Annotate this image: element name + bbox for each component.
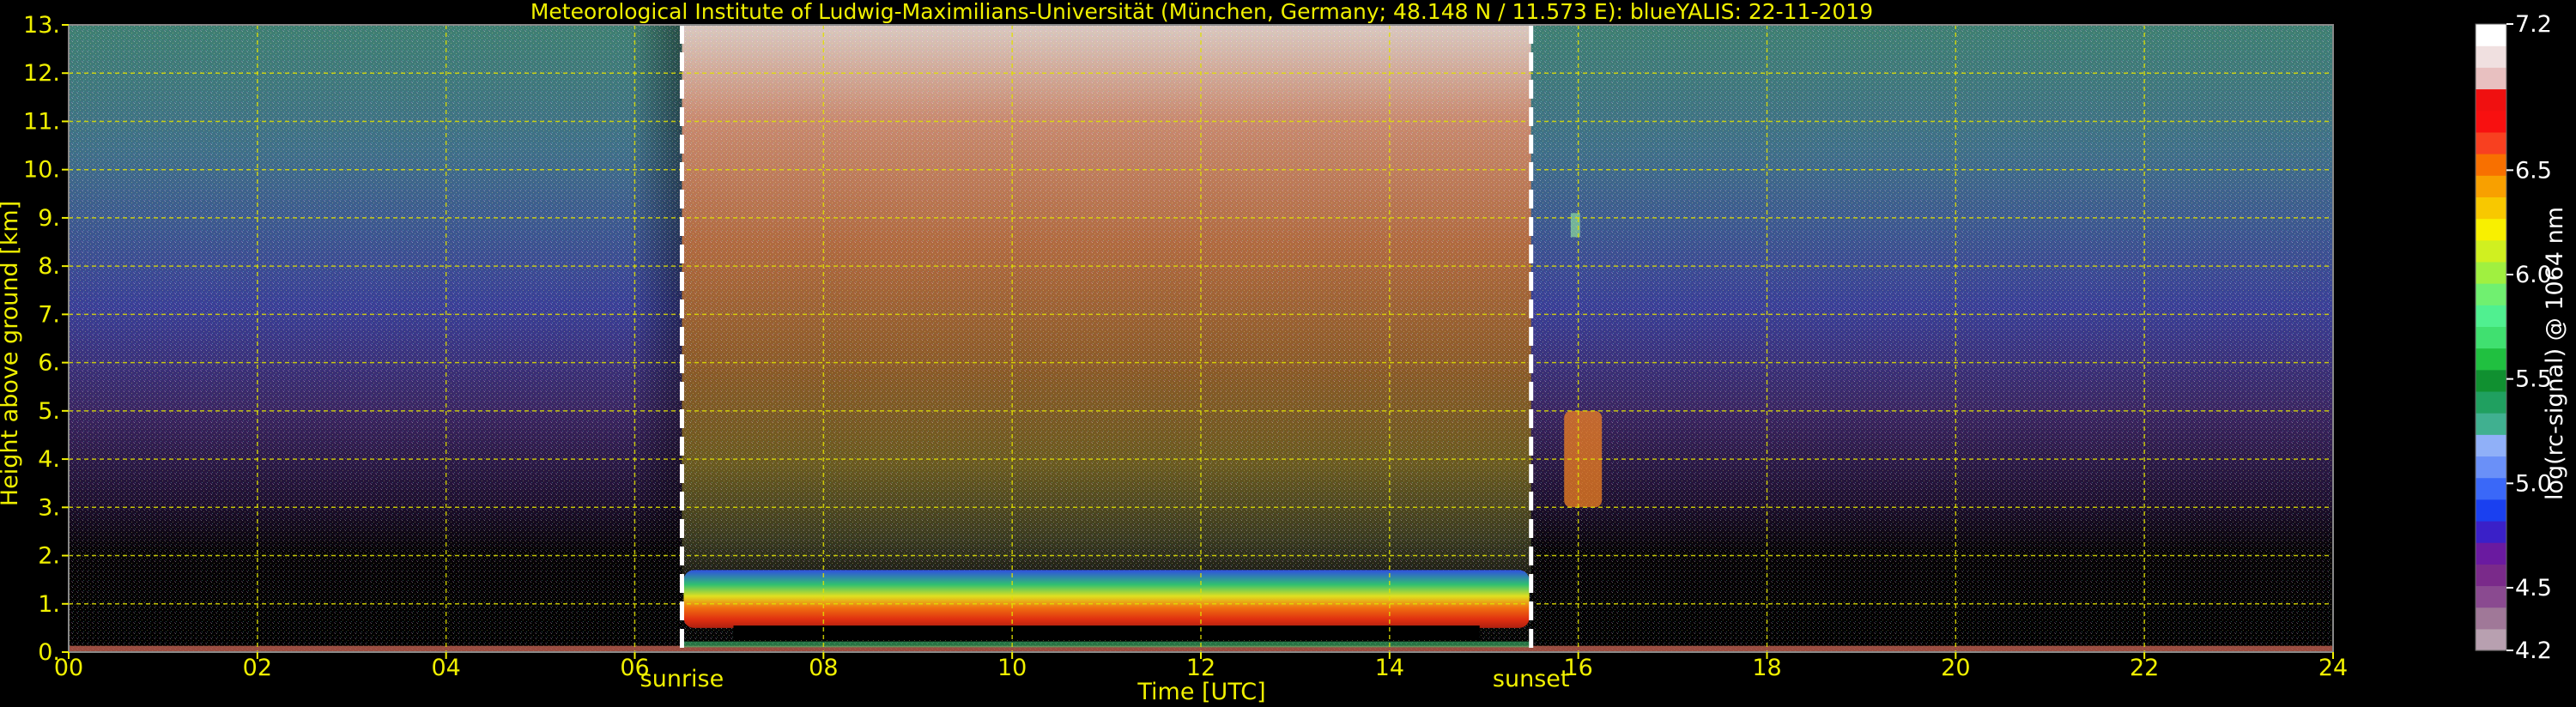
below-layer-gap [733, 625, 1480, 640]
y-tick-label: 10. [23, 157, 60, 184]
x-tick-label: 14 [1375, 655, 1404, 681]
y-tick-label: 7. [38, 301, 60, 328]
colorbar: 4.24.55.05.56.06.57.2 [2475, 11, 2552, 664]
y-tick-label: 5. [38, 398, 60, 425]
colorbar-swatch [2476, 110, 2506, 133]
x-tick-label: 10 [997, 655, 1027, 681]
x-axis-label: Time [UTC] [1136, 679, 1265, 705]
colorbar-swatch [2476, 305, 2506, 328]
colorbar-swatch [2476, 499, 2506, 522]
colorbar-tick-label: 4.2 [2515, 638, 2552, 664]
y-tick-label: 6. [38, 350, 60, 377]
colorbar-swatch [2476, 196, 2506, 220]
y-tick-label: 1. [38, 591, 60, 618]
y-tick-label: 11. [23, 108, 60, 135]
colorbar-swatch [2476, 413, 2506, 435]
colorbar-swatch [2476, 347, 2506, 371]
colorbar-swatch [2476, 607, 2506, 630]
colorbar-swatch [2476, 24, 2506, 46]
boundary-layer-band [683, 570, 1530, 628]
colorbar-swatch [2476, 67, 2506, 90]
colorbar-swatch [2476, 628, 2506, 651]
y-tick-label: 2. [38, 543, 60, 570]
colorbar-swatch [2476, 175, 2506, 197]
y-tick-label: 13. [23, 12, 60, 39]
colorbar-swatch [2476, 283, 2506, 305]
x-tick-label: 04 [431, 655, 460, 681]
x-tick-label: 24 [2318, 655, 2348, 681]
lidar-chart: sunrise sunset 00 02 04 06 08 10 12 14 16 18 20 22 24… [0, 0, 2568, 705]
colorbar-swatch [2476, 390, 2506, 414]
sunrise-label: sunrise [640, 666, 724, 692]
x-tick-label: 18 [1752, 655, 1781, 681]
y-tick-label: 0. [38, 639, 60, 666]
colorbar-tick-label: 6.5 [2515, 157, 2552, 184]
colorbar-swatch [2476, 261, 2506, 284]
colorbar-swatch [2476, 434, 2506, 457]
x-tick-label: 08 [809, 655, 838, 681]
y-tick-label: 12. [23, 60, 60, 87]
colorbar-swatch [2476, 239, 2506, 263]
x-tick-label: 20 [1941, 655, 1970, 681]
ground-signal-strip-day [682, 641, 1531, 648]
colorbar-tick-label: 4.5 [2515, 575, 2552, 601]
colorbar-swatch [2476, 218, 2506, 241]
y-tick-label: 4. [38, 446, 60, 473]
colorbar-swatch [2476, 369, 2506, 392]
colorbar-label: log(rc-signal) @ 1064 nm [2542, 207, 2568, 500]
colorbar-swatch [2476, 88, 2506, 112]
colorbar-swatch [2476, 585, 2506, 608]
x-tick-label: 16 [1563, 655, 1592, 681]
colorbar-swatch [2476, 564, 2506, 587]
y-tick-label: 9. [38, 205, 60, 232]
x-tick-label: 22 [2130, 655, 2159, 681]
sunset-label: sunset [1493, 666, 1570, 692]
colorbar-swatch [2476, 131, 2506, 154]
colorbar-swatch [2476, 154, 2506, 176]
y-tick-label: 8. [38, 253, 60, 280]
y-axis-label: Height above ground [km] [0, 201, 23, 506]
x-tick-label: 12 [1186, 655, 1215, 681]
colorbar-swatch [2476, 45, 2506, 68]
colorbar-swatch [2476, 542, 2506, 565]
colorbar-swatch [2476, 326, 2506, 349]
colorbar-swatch [2476, 477, 2506, 500]
colorbar-tick-label: 7.2 [2515, 11, 2552, 38]
colorbar-swatch [2476, 456, 2506, 479]
y-tick-label: 3. [38, 494, 60, 521]
x-tick-label: 06 [620, 655, 649, 681]
x-tick-label: 02 [243, 655, 272, 681]
colorbar-swatch [2476, 520, 2506, 543]
chart-title: Meteorological Institute of Ludwig-Maxim… [530, 0, 1873, 24]
